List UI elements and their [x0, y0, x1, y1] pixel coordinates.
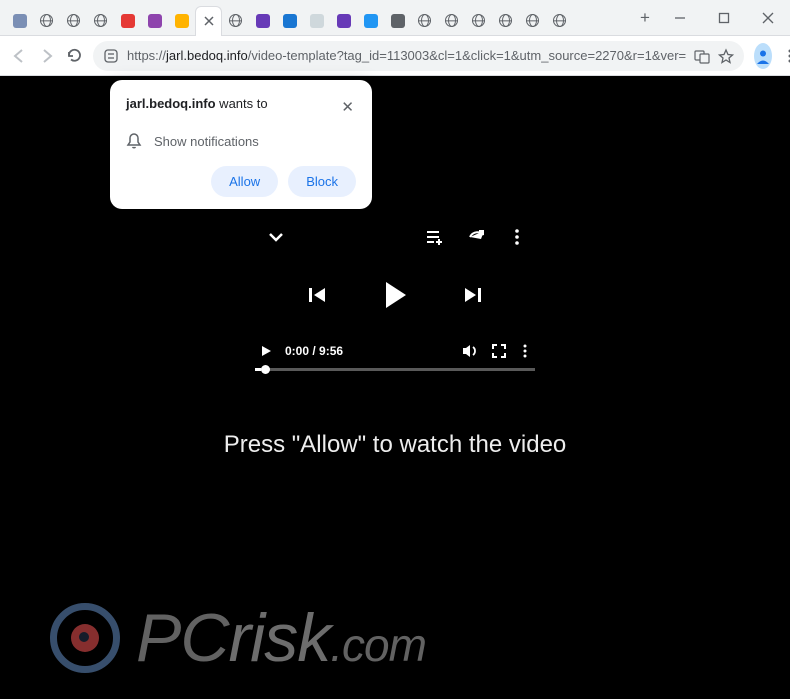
- favicon: [67, 14, 81, 28]
- favicon: [499, 14, 513, 28]
- progress-fill: [255, 368, 261, 371]
- url-text: https://jarl.bedoq.info/video-template?t…: [127, 48, 686, 63]
- favicon: [256, 14, 270, 28]
- more-vert-icon[interactable]: [509, 227, 525, 247]
- tab[interactable]: [465, 6, 492, 36]
- play-button[interactable]: [378, 278, 412, 312]
- fullscreen-icon[interactable]: [491, 343, 507, 359]
- favicon: [526, 14, 540, 28]
- favicon: [13, 14, 27, 28]
- favicon: [445, 14, 459, 28]
- tab[interactable]: [384, 6, 411, 36]
- favicon: [391, 14, 405, 28]
- address-bar[interactable]: https://jarl.bedoq.info/video-template?t…: [93, 41, 744, 71]
- tab[interactable]: [411, 6, 438, 36]
- tab[interactable]: [222, 6, 249, 36]
- favicon: [94, 14, 108, 28]
- forward-button[interactable]: [38, 42, 56, 70]
- bookmark-star-icon[interactable]: [718, 48, 734, 64]
- tab[interactable]: [195, 6, 222, 36]
- tab[interactable]: [60, 6, 87, 36]
- favicon: [121, 14, 135, 28]
- watermark-logo: [50, 603, 120, 673]
- profile-avatar[interactable]: [754, 43, 772, 69]
- translate-icon[interactable]: [694, 48, 710, 64]
- notification-body-text: Show notifications: [154, 134, 259, 149]
- favicon: [40, 14, 54, 28]
- new-tab-button[interactable]: +: [632, 5, 658, 31]
- tab[interactable]: [6, 6, 33, 36]
- block-button[interactable]: Block: [288, 166, 356, 197]
- allow-button[interactable]: Allow: [211, 166, 278, 197]
- minimize-button[interactable]: [658, 0, 702, 36]
- tab[interactable]: [33, 6, 60, 36]
- tab[interactable]: [114, 6, 141, 36]
- chevron-down-icon[interactable]: [265, 226, 287, 248]
- tab[interactable]: [546, 6, 573, 36]
- favicon: [283, 14, 297, 28]
- tab[interactable]: [357, 6, 384, 36]
- favicon: [364, 14, 378, 28]
- favicon: [310, 14, 324, 28]
- close-icon[interactable]: ✕: [339, 96, 356, 118]
- notification-title: jarl.bedoq.info wants to: [126, 96, 268, 111]
- favicon: [229, 14, 243, 28]
- close-window-button[interactable]: [746, 0, 790, 36]
- browser-toolbar: https://jarl.bedoq.info/video-template?t…: [0, 36, 790, 76]
- skip-previous-icon[interactable]: [306, 284, 328, 306]
- favicon: [553, 14, 567, 28]
- favicon: [472, 14, 486, 28]
- window-controls: [658, 0, 790, 36]
- bell-icon: [126, 132, 142, 150]
- skip-next-icon[interactable]: [462, 284, 484, 306]
- watermark-text: PCrisk.com: [136, 599, 426, 677]
- reload-button[interactable]: [66, 42, 83, 70]
- tab[interactable]: [438, 6, 465, 36]
- favicon: [175, 14, 189, 28]
- maximize-button[interactable]: [702, 0, 746, 36]
- watermark: PCrisk.com: [50, 599, 426, 677]
- site-info-icon[interactable]: [103, 48, 119, 64]
- tab[interactable]: [168, 6, 195, 36]
- tab[interactable]: [141, 6, 168, 36]
- browser-menu-button[interactable]: [782, 42, 790, 70]
- tab[interactable]: [87, 6, 114, 36]
- favicon: [202, 14, 216, 28]
- tab[interactable]: [276, 6, 303, 36]
- progress-knob[interactable]: [261, 365, 270, 374]
- volume-icon[interactable]: [461, 342, 479, 360]
- tab-strip: [0, 0, 632, 36]
- video-player: 0:00 / 9:56: [255, 226, 535, 371]
- tab[interactable]: [330, 6, 357, 36]
- share-icon[interactable]: [467, 227, 487, 247]
- favicon: [148, 14, 162, 28]
- tab[interactable]: [519, 6, 546, 36]
- titlebar: +: [0, 0, 790, 36]
- tab[interactable]: [303, 6, 330, 36]
- progress-track[interactable]: [255, 368, 535, 371]
- back-button[interactable]: [10, 42, 28, 70]
- tab[interactable]: [492, 6, 519, 36]
- playlist-add-icon[interactable]: [425, 227, 445, 247]
- time-display: 0:00 / 9:56: [285, 344, 343, 358]
- favicon: [418, 14, 432, 28]
- press-allow-message: Press "Allow" to watch the video: [224, 431, 567, 459]
- notification-permission-popup: jarl.bedoq.info wants to ✕ Show notifica…: [110, 80, 372, 209]
- favicon: [337, 14, 351, 28]
- tab[interactable]: [249, 6, 276, 36]
- play-small-icon[interactable]: [259, 344, 273, 358]
- more-vert-small-icon[interactable]: [519, 343, 531, 359]
